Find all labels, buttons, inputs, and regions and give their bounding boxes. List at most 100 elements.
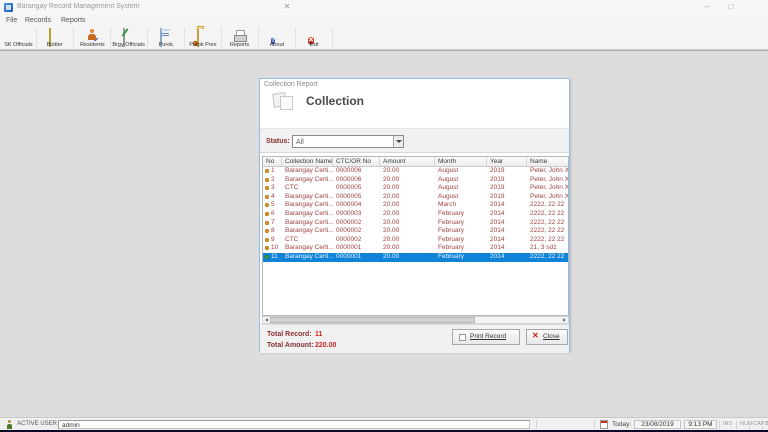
cell-amount: 20.00 (380, 210, 435, 219)
cell-collection-name: CTC (282, 184, 333, 193)
table-row[interactable]: 3CTC000000520.00August2019Peter, John Xa (263, 184, 568, 193)
app-icon (4, 3, 13, 12)
app-window: Barangay Record Management System – □ ✕ … (0, 0, 768, 432)
record-bullet-icon (265, 229, 269, 233)
collection-report-dialog: Collection Report Collection Status: All… (259, 78, 570, 352)
table-header: No Collection Name CTC/OR No Amount Mont… (263, 157, 568, 167)
close-window-button[interactable]: ✕ (266, 0, 308, 14)
cell-or-no: 0000003 (333, 210, 380, 219)
dialog-heading: Collection (306, 94, 364, 108)
table-row[interactable]: 6Barangay Certi...000000320.00February20… (263, 210, 568, 219)
cell-collection-name: Barangay Certi... (282, 227, 333, 236)
cell-collection-name: Barangay Certi... (282, 201, 333, 210)
record-bullet-icon (265, 186, 269, 190)
ins-indicator: INS (719, 421, 732, 430)
table-row[interactable]: 10Barangay Certi...000000120.00February2… (263, 244, 568, 253)
cell-amount: 20.00 (380, 236, 435, 245)
record-bullet-icon (265, 255, 269, 259)
record-bullet-icon (265, 238, 269, 242)
col-no[interactable]: No (263, 157, 282, 167)
cell-year: 2014 (487, 244, 527, 253)
cell-no: 4 (263, 193, 282, 202)
scrollbar-thumb[interactable] (270, 317, 475, 323)
col-month[interactable]: Month (435, 157, 487, 167)
scroll-right-icon[interactable] (561, 317, 568, 323)
chevron-down-icon[interactable] (393, 136, 403, 147)
cell-year: 2019 (487, 167, 527, 176)
table-row[interactable]: 8Barangay Certi...000000220.00February20… (263, 227, 568, 236)
cell-no: 9 (263, 236, 282, 245)
active-user-box: admin (58, 420, 530, 429)
toolbar-purok-button[interactable]: Purok (148, 27, 185, 49)
cell-no: 2 (263, 176, 282, 185)
table-row[interactable]: 4Barangay Certi...000000520.00August2019… (263, 193, 568, 202)
scroll-left-icon[interactable] (263, 317, 270, 323)
record-bullet-icon (265, 246, 269, 250)
minimize-button[interactable]: – (696, 0, 718, 14)
cell-name: 2222, 22 22 (527, 236, 569, 245)
cell-name: Peter, John Xa (527, 167, 569, 176)
today-label: Today: (612, 421, 631, 428)
cell-amount: 20.00 (380, 227, 435, 236)
col-collection[interactable]: Collection Name (282, 157, 333, 167)
cell-year: 2014 (487, 227, 527, 236)
table-row[interactable]: 5Barangay Certi...000000420.00March20142… (263, 201, 568, 210)
cell-or-no: 0000002 (333, 236, 380, 245)
cell-no: 7 (263, 219, 282, 228)
cell-year: 2014 (487, 219, 527, 228)
collection-table: No Collection Name CTC/OR No Amount Mont… (262, 156, 569, 316)
table-row[interactable]: 1Barangay Certi...000000620.00August2019… (263, 167, 568, 176)
col-year[interactable]: Year (487, 157, 527, 167)
table-row[interactable]: 9CTC000000220.00February20142222, 22 22 (263, 236, 568, 245)
table-row[interactable]: 7Barangay Certi...000000220.00February20… (263, 219, 568, 228)
toolbar-brgy-officials-button[interactable]: Brgy Officials (111, 27, 148, 49)
status-bar: ACTIVE USER : admin Today: 23/08/2019 9:… (0, 417, 768, 430)
col-orno[interactable]: CTC/OR No (333, 157, 380, 167)
cell-name: Peter, John Xa (527, 184, 569, 193)
cell-month: February (435, 244, 487, 253)
toolbar-purok-pres-button[interactable]: Purok Pres (185, 27, 222, 49)
calendar-icon (600, 420, 608, 429)
cell-name: 2222, 22 22 (527, 219, 569, 228)
toolbar-blotter-button[interactable]: Blotter (37, 27, 74, 49)
total-amount-label: Total Amount: (267, 342, 314, 349)
cell-no: 10 (263, 244, 282, 253)
cell-amount: 20.00 (380, 167, 435, 176)
table-row[interactable]: 11Barangay Certi...000000120.00February2… (263, 253, 568, 262)
table-row[interactable]: 2Barangay Certi...000000620.00August2019… (263, 176, 568, 185)
horizontal-scrollbar[interactable] (262, 316, 569, 324)
close-button[interactable]: ✕ Close (526, 329, 568, 345)
red-x-icon: ✕ (532, 331, 539, 340)
cell-or-no: 0000001 (333, 253, 380, 262)
menu-records[interactable]: Records (22, 16, 54, 25)
print-icon (459, 334, 466, 341)
cell-no: 5 (263, 201, 282, 210)
col-name[interactable]: Name (527, 157, 569, 167)
record-bullet-icon (265, 169, 269, 173)
toolbar: SK Officials Blotter Residents Brgy Offi… (0, 27, 768, 50)
menu-reports[interactable]: Reports (58, 16, 89, 25)
cell-month: March (435, 201, 487, 210)
cell-amount: 20.00 (380, 184, 435, 193)
toolbar-residents-button[interactable]: Residents (74, 27, 111, 49)
cell-month: August (435, 167, 487, 176)
toolbar-sk-officials-button[interactable]: SK Officials (0, 27, 37, 49)
print-record-button[interactable]: Print Record (452, 329, 520, 345)
cell-year: 2014 (487, 201, 527, 210)
maximize-button[interactable]: □ (720, 0, 742, 14)
cell-year: 2019 (487, 193, 527, 202)
cell-year: 2019 (487, 176, 527, 185)
cell-no: 3 (263, 184, 282, 193)
toolbar-about-button[interactable]: ? About (259, 27, 296, 49)
menu-file[interactable]: File (3, 16, 20, 25)
cell-collection-name: Barangay Certi... (282, 210, 333, 219)
status-combobox[interactable]: All (292, 135, 404, 148)
cell-name: 2222, 22 22 (527, 253, 569, 262)
cell-name: 21, 3 sd1 (527, 244, 569, 253)
cell-amount: 20.00 (380, 176, 435, 185)
cell-or-no: 0000005 (333, 184, 380, 193)
col-amount[interactable]: Amount (380, 157, 435, 167)
toolbar-reports-button[interactable]: Reports (222, 27, 259, 49)
toolbar-exit-button[interactable]: ✕ Exit (296, 27, 333, 49)
cell-month: February (435, 227, 487, 236)
